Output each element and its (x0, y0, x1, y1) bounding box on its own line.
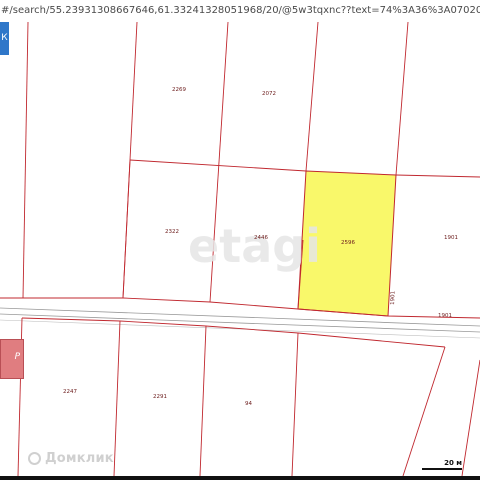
pink-marker-label: Р (14, 352, 20, 362)
parcel-label-selected: 2596 (341, 240, 355, 246)
address-bar[interactable]: #/search/55.23931308667646,61.3324132805… (0, 0, 480, 22)
scale-label: 20 м (444, 459, 462, 467)
parcel-label: 94 (245, 401, 252, 407)
map-frame: etagi 2269 2072 2322 2446 2596 1901 1901… (0, 0, 480, 480)
scale-line (422, 468, 462, 470)
road-lines (0, 307, 480, 339)
scale-bar: 20 м (422, 459, 462, 470)
parcel-label: 1901 (444, 235, 458, 241)
pink-marker[interactable]: Р (0, 339, 24, 379)
bottom-border (0, 476, 480, 480)
parcel-label: 2072 (262, 91, 276, 97)
parcel-label: 1901 (390, 291, 396, 305)
cadastral-map[interactable]: etagi 2269 2072 2322 2446 2596 1901 1901… (0, 0, 480, 480)
side-panel-tab[interactable]: К (0, 22, 9, 55)
domclick-logo: Домклик (28, 451, 114, 466)
parcel-label: 2322 (165, 229, 179, 235)
parcel-label: 2269 (172, 87, 186, 93)
domclick-brand-text: Домклик (45, 451, 114, 466)
parcel-label: 1901 (438, 313, 452, 319)
domclick-logo-icon (28, 452, 41, 465)
parcel-label: 2446 (254, 235, 268, 241)
etagi-watermark: etagi (188, 219, 321, 273)
parcel-label: 2291 (153, 394, 167, 400)
parcel-label: 2247 (63, 389, 77, 395)
